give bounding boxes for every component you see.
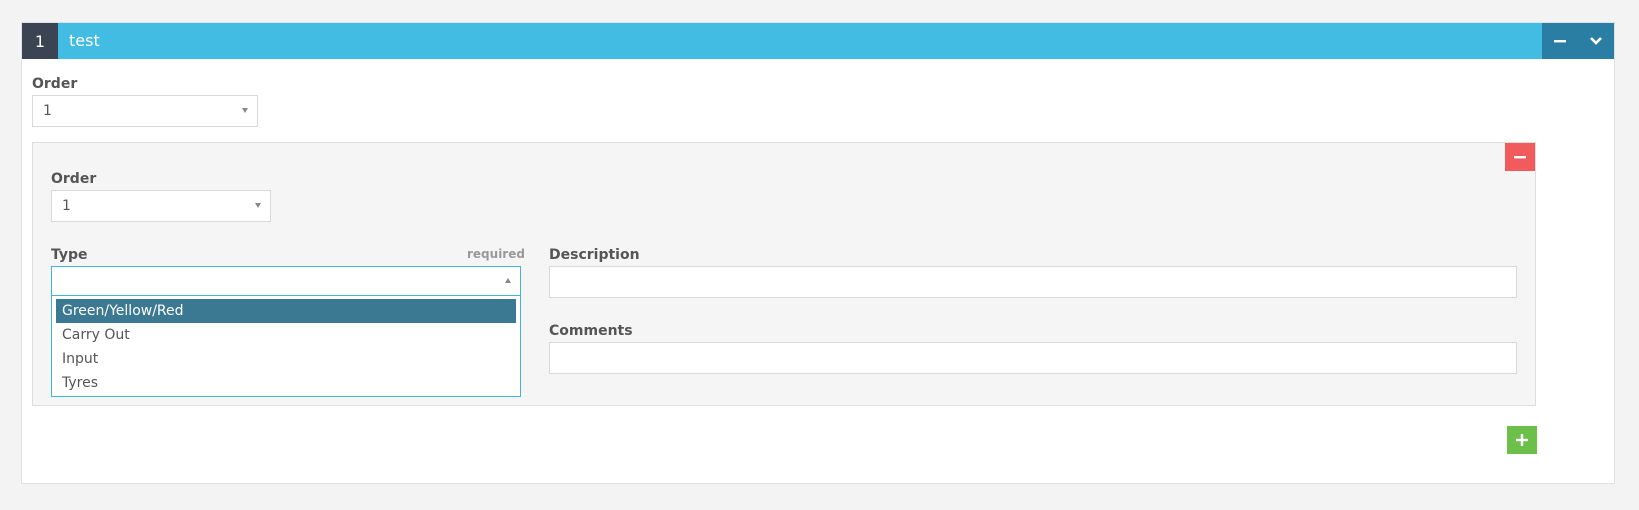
panel-header: 1 test [22,23,1614,59]
order-select[interactable]: 1 [32,95,258,127]
comments-label: Comments [549,323,633,339]
item-order-select[interactable]: 1 [51,190,271,222]
type-select[interactable] [51,266,521,296]
type-dropdown: Green/Yellow/Red Carry Out Input Tyres [51,295,521,397]
description-label: Description [549,247,640,263]
type-option[interactable]: Green/Yellow/Red [56,299,516,323]
required-indicator: required [467,247,525,261]
type-option[interactable]: Input [56,347,516,371]
chevron-down-icon [1590,37,1602,45]
caret-down-icon [255,203,261,208]
order-select-value: 1 [43,103,52,119]
type-option[interactable]: Carry Out [56,323,516,347]
panel-index: 1 [22,23,58,59]
remove-item-button[interactable] [1505,143,1535,171]
item-subpanel: Order 1 Type required Green/Yellow/Red C… [32,142,1536,406]
type-option[interactable]: Tyres [56,371,516,395]
panel-title: test [69,31,100,50]
description-input[interactable] [549,266,1517,298]
type-label: Type [51,247,88,263]
toggle-button[interactable] [1578,23,1614,59]
type-options-list: Green/Yellow/Red Carry Out Input Tyres [52,296,520,398]
order-label: Order [32,76,78,92]
item-order-label: Order [51,171,97,187]
item-order-select-value: 1 [62,198,71,214]
repeater-panel: 1 test Order 1 Order 1 Type required Gre… [21,22,1615,484]
minus-icon [1514,156,1526,159]
comments-input[interactable] [549,342,1517,374]
plus-icon [1516,434,1528,446]
minus-icon [1554,40,1566,43]
add-item-button[interactable] [1507,426,1537,454]
caret-up-icon [505,278,511,283]
collapse-button[interactable] [1542,23,1578,59]
caret-down-icon [242,108,248,113]
